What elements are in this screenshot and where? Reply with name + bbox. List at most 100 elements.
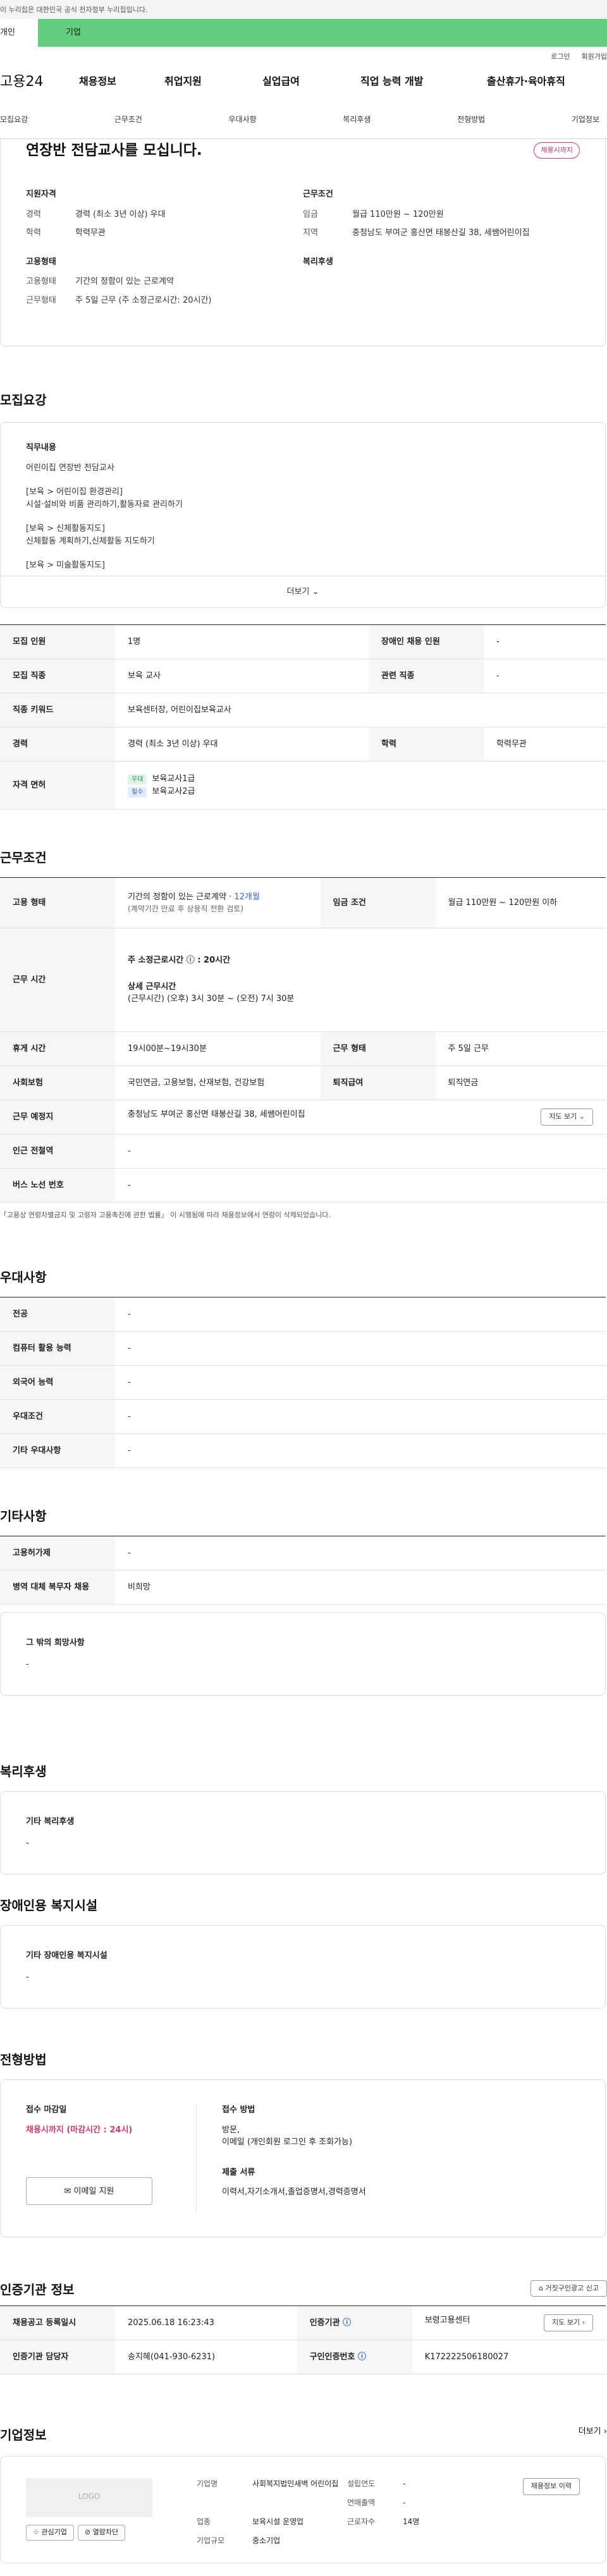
info-key: 기업명 [197, 2479, 218, 2488]
map-label: 지도 보기 [549, 1112, 577, 1121]
hours-value: : 20시간 [197, 956, 231, 966]
method-value: 이메일 (개인회원 로그인 후 조회가능) [222, 2137, 353, 2147]
benefit-heading: 기타 복리후생 [26, 1817, 75, 1826]
cond-key: 임금 [303, 209, 318, 219]
more-button[interactable]: 더보기 ⌄ [1, 576, 605, 607]
section-tabs: 모집요강 근무조건 우대사항 복리후생 전형방법 기업정보 [0, 100, 607, 139]
mail-icon: ✉ [64, 2187, 71, 2196]
cell-value: 월급 110만원 ~ 120만원 이하 [435, 877, 606, 928]
info-value: 중소기업 [252, 2536, 281, 2545]
block-icon: ⊘ [84, 2528, 91, 2536]
lnb-pref[interactable]: 우대사항 [229, 114, 257, 125]
cell-head: 고용 형태 [0, 877, 115, 928]
job-history-button[interactable]: 채용정보 이력 [522, 2478, 580, 2495]
nav-leave[interactable]: 출산휴가·육아휴직 [487, 74, 607, 89]
info-icon[interactable]: ⓘ [187, 956, 195, 965]
cell-head: 전공 [0, 1297, 115, 1332]
cell-head: 기타 우대사항 [0, 1433, 115, 1468]
nav-jobs[interactable]: 채용정보 [79, 74, 164, 89]
nav-support[interactable]: 취업지원 [164, 74, 262, 89]
contract-period: 12개월 [234, 892, 260, 902]
login-link[interactable]: 로그인 [551, 52, 570, 63]
star-icon: ☆ [33, 2528, 39, 2536]
tab-personal[interactable]: 개인 [0, 19, 38, 47]
pref-table: 전공 - 컴퓨터 활용 능력 - 외국어 능력 - 우대조건 - 기타 우대사항 - [0, 1297, 606, 1468]
lnb-recruit[interactable]: 모집요강 [0, 114, 28, 125]
duty-line: 시설·설비와 비품 관리하기,활동자료 관리하기 [26, 499, 183, 509]
cell-value: - [115, 1365, 606, 1400]
cell-value: - [115, 1297, 606, 1332]
method-heading: 접수 방법 [222, 2105, 255, 2115]
cell-value: 2025.06.18 16:23:43 [115, 2306, 297, 2340]
detail-hours: (근무시간) (오후) 3시 30분 ~ (오전) 7시 30분 [128, 994, 295, 1004]
map-button[interactable]: 지도 보기 ⌄ [541, 1109, 593, 1126]
join-link[interactable]: 회원가입 [582, 52, 607, 63]
disab-box: 기타 장애인용 복지시설 - [0, 1925, 606, 2008]
nav-training[interactable]: 직업 능력 개발 [360, 74, 487, 89]
deadline-heading: 접수 마감일 [26, 2105, 67, 2115]
agency-title: 인증기관 정보 [0, 2282, 75, 2297]
qual-block: 지원자격 경력 경력 (최소 3년 이상) 우대 학력 학력무관 [26, 188, 303, 246]
cell-head: 자격 면허 [0, 761, 115, 810]
cell-head: 학력 [369, 727, 484, 762]
duty-heading: 직무내용 [26, 443, 56, 453]
block-button[interactable]: ⊘ 열람차단 [77, 2525, 126, 2541]
select-section: 전형방법 접수 마감일 채용시까지 (마감시간 : 24시) ✉ 이메일 지원 접… [0, 2050, 607, 2237]
pref-section: 우대사항 전공 - 컴퓨터 활용 능력 - 외국어 능력 - 우대조건 - 기타 우대사… [0, 1268, 607, 1468]
util-bar: 로그인 회원가입 [0, 47, 607, 63]
lnb-select[interactable]: 전형방법 [457, 114, 485, 125]
hope-heading: 그 밖의 희망사항 [26, 1638, 85, 1648]
cell-head: 근무 예정지 [0, 1100, 115, 1134]
info-key: 설립연도 [347, 2479, 376, 2488]
tab-enterprise[interactable]: 기업 [38, 19, 607, 47]
license: 보육교사1급 [152, 774, 195, 784]
company-more-link[interactable]: 더보기 › [579, 2426, 607, 2450]
duty-line: [보육 > 어린이집 환경관리] [26, 487, 123, 497]
benefit-title: 복리후생 [0, 1764, 47, 1779]
agency-section: 인증기관 정보 ⌂ 거짓구인광고 신고 채용공고 등록일시 2025.06.18 1… [0, 2280, 607, 2374]
info-icon[interactable]: ⓘ [343, 2318, 351, 2328]
cell-head: 병역 대체 복무자 채용 [0, 1570, 115, 1605]
cell-head-label: 인증기관 [309, 2318, 340, 2328]
etc-title: 기타사항 [0, 1509, 47, 1524]
cell-value: 퇴직연금 [435, 1066, 606, 1100]
gov-banner: 이 누리집은 대한민국 공식 전자정부 누리집입니다. [0, 0, 607, 19]
cell-head: 버스 노선 번호 [0, 1168, 115, 1203]
qual-key: 경력 [26, 209, 41, 219]
age-note: 「고용상 연령차별금지 및 고령자 고용촉진에 관한 법률」 이 시행됨에 따라… [0, 1211, 331, 1219]
info-icon[interactable]: ⓘ [358, 2352, 366, 2362]
emp-key: 근무형태 [26, 295, 56, 305]
benefit-value: - [26, 1838, 29, 1848]
etc-table: 고용허가제 - 병역 대체 복무자 채용 비희망 [0, 1536, 606, 1605]
cell-value: 송지혜(041-930-6231) [115, 2340, 297, 2374]
cell-value: - [484, 624, 606, 659]
email-apply-button[interactable]: ✉ 이메일 지원 [26, 2177, 152, 2205]
lnb-company[interactable]: 기업정보 [572, 114, 599, 125]
company-title: 기업정보 [0, 2427, 47, 2443]
cell-value: - [484, 659, 606, 693]
emp-type: 기간의 정함이 있는 근로계약 · [128, 892, 235, 902]
chevron-down-icon: ⌄ [312, 587, 319, 597]
cell-value: 경력 (최소 3년 이상) 우대 [115, 727, 369, 762]
lnb-benefit[interactable]: 복리후생 [343, 114, 371, 125]
detail-hours-label: 상세 근무시간 [128, 981, 176, 992]
contract-note: (계약기간 만료 후 상용직 전환 검토) [128, 904, 243, 914]
emp-value: 기간의 정함이 있는 근로계약 [75, 277, 174, 286]
docs-heading: 제출 서류 [222, 2167, 255, 2177]
work-table: 고용 형태 기간의 정함이 있는 근로계약 · 12개월 (계약기간 만료 후 상용… [0, 877, 606, 1203]
disab-value: - [26, 1972, 29, 1982]
map-button[interactable]: 지도 보기 › [544, 2314, 593, 2331]
company-info: 기업명 사회복지법인새벽 어린이집 설립연도 - 연매출액 - 업종 보육시설 운영업 … [197, 2478, 485, 2545]
docs-value: 이력서,자기소개서,졸업증명서,경력증명서 [222, 2187, 366, 2197]
report-button[interactable]: ⌂ 거짓구인광고 신고 [530, 2280, 607, 2297]
duty-line: [보육 > 미술활동지도] [26, 561, 105, 570]
work-section: 근무조건 고용 형태 기간의 정함이 있는 근로계약 · 12개월 (계약기간 만료… [0, 848, 607, 1221]
site-logo[interactable]: 고용24 [0, 71, 79, 92]
qual-value: 학력무관 [75, 228, 106, 238]
lnb-work[interactable]: 근무조건 [114, 114, 142, 125]
cell-head: 채용공고 등록일시 [0, 2306, 115, 2340]
cell-head: 관련 직종 [369, 659, 484, 693]
nav-benefit[interactable]: 실업급여 [262, 74, 360, 89]
pref-title: 우대사항 [0, 1270, 47, 1285]
favorite-button[interactable]: ☆ 관심기업 [26, 2525, 74, 2541]
